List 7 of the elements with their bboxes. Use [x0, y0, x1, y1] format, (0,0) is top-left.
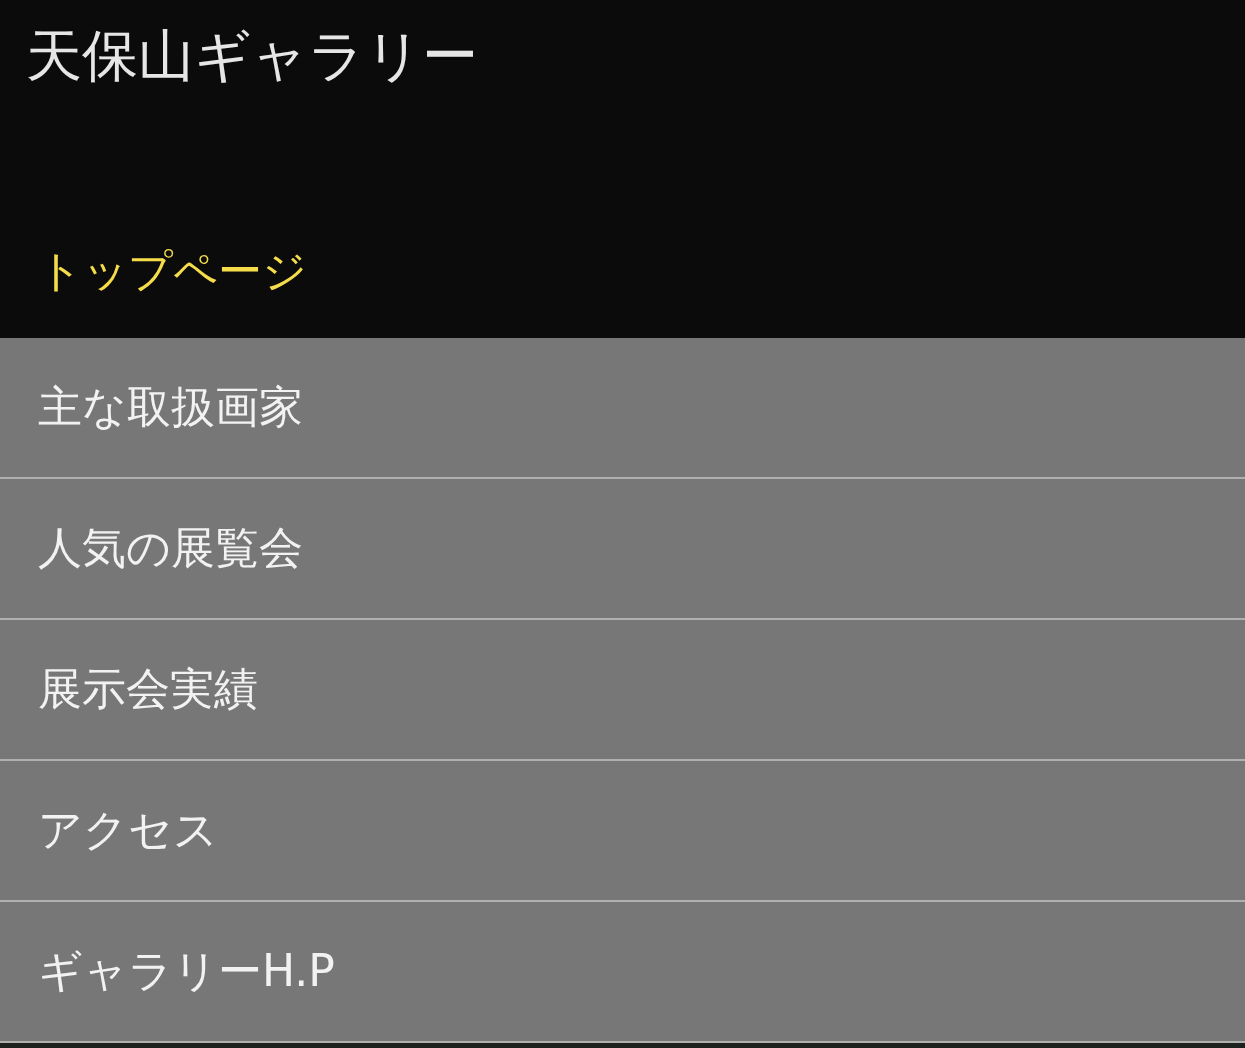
menu-item[interactable]: 展示会実績	[0, 620, 1245, 761]
menu-item[interactable]: アクセス	[0, 761, 1245, 902]
nav-link[interactable]: トップページ	[38, 245, 307, 298]
menu-item[interactable]: 人気の展覧会	[0, 479, 1245, 620]
site-title: 天保山ギャラリー	[26, 22, 478, 90]
menu-item[interactable]: ギャラリーH.P	[0, 902, 1245, 1043]
menu-item[interactable]: 主な取扱画家	[0, 338, 1245, 479]
